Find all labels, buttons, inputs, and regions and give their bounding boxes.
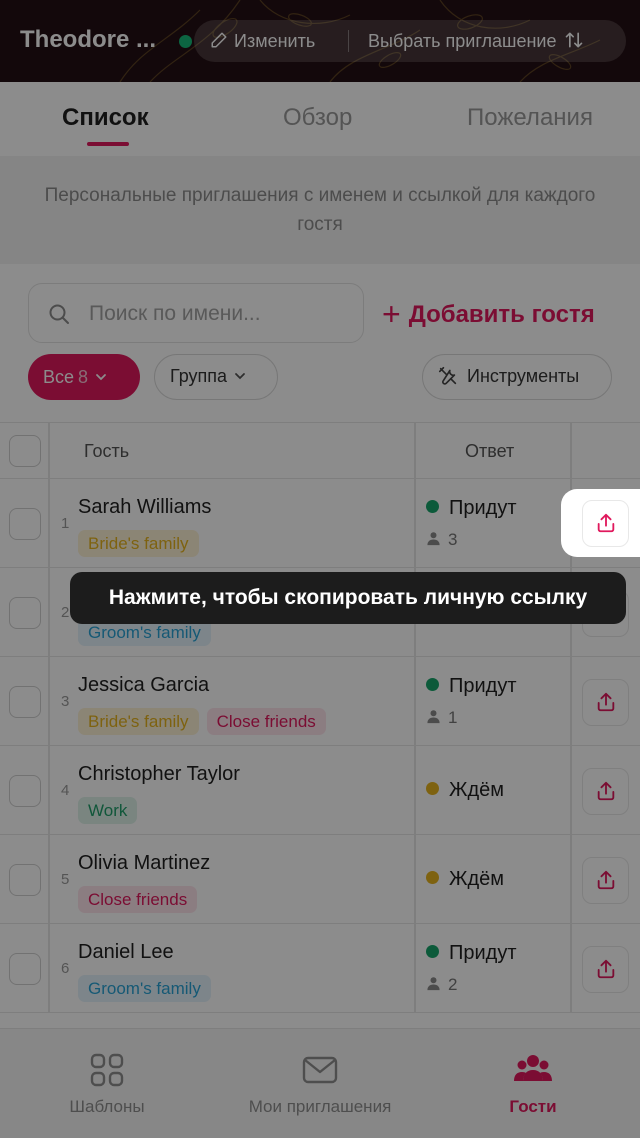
share-link-button-highlighted[interactable] (582, 500, 629, 547)
tooltip: Нажмите, чтобы скопировать личную ссылку (70, 572, 626, 624)
highlighted-share-area (561, 489, 640, 557)
coach-mark-overlay[interactable] (0, 0, 640, 1138)
share-icon (597, 513, 615, 533)
